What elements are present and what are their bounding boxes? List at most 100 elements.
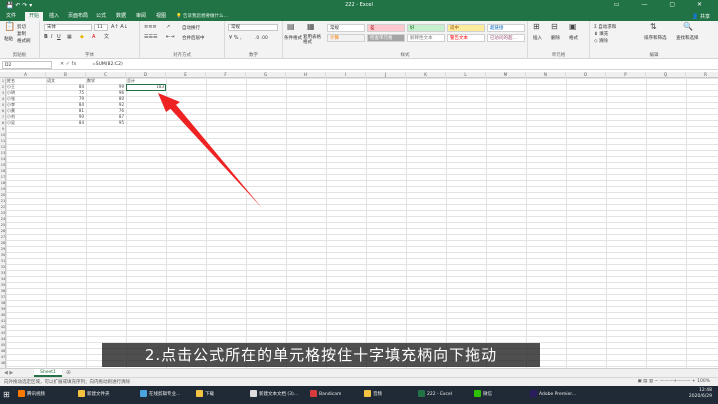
tab-home[interactable]: 开始	[25, 12, 44, 21]
autosum-button[interactable]: Σ 自动求和	[594, 24, 616, 30]
start-icon[interactable]: ⊞	[3, 389, 10, 401]
cell-style-1[interactable]: 差	[367, 24, 405, 32]
currency-icon[interactable]: ¥ % ,	[229, 35, 242, 42]
format-cells-icon[interactable]: ▣	[569, 23, 577, 31]
active-cell-d2[interactable]	[126, 84, 166, 91]
app-icon	[530, 390, 537, 397]
wrap-text-button[interactable]: 自动换行	[182, 25, 200, 31]
sort-filter-button[interactable]: 排序和筛选	[644, 35, 667, 41]
tab-data[interactable]: 数据	[112, 12, 130, 21]
indent-icon[interactable]: ⇤⇥	[166, 34, 174, 41]
add-sheet-icon[interactable]: ⊕	[66, 369, 71, 376]
taskbar-item[interactable]: 音频	[364, 389, 382, 401]
cell-style-9[interactable]: 已访问的超…	[487, 34, 525, 42]
cell-area[interactable]: 姓名 语文 数学 总计 小王 84 99 183 小明 75 96 小张 79 80 小李 84 92 小黄 81 7…	[6, 78, 718, 368]
alignment-label: 对齐方式	[173, 53, 191, 58]
tab-formulas[interactable]: 公式	[92, 12, 110, 21]
status-bar: 向外拖动选定区域，可以扩展或填充序列；向内拖动则进行清除 ▣ ▤ ▥ − ———…	[0, 377, 718, 386]
conditional-format-button[interactable]: 条件格式	[284, 35, 302, 41]
tell-me-search[interactable]: 💡 告诉我您想要做什么…	[176, 13, 228, 19]
cell-style-2[interactable]: 好	[407, 24, 445, 32]
name-box[interactable]: D2	[2, 61, 52, 69]
taskbar-item-label: 腾讯视频	[27, 392, 45, 397]
border-icon[interactable]: ▦	[67, 34, 72, 41]
orientation-icon[interactable]: ↗	[166, 24, 170, 31]
tab-view[interactable]: 视图	[152, 12, 170, 21]
cell-style-0[interactable]: 常规	[327, 24, 365, 32]
decimal-icon[interactable]: .0 .00	[255, 35, 268, 42]
cell-style-6[interactable]: 检查单元格	[367, 34, 405, 42]
underline-button[interactable]: U	[57, 34, 61, 41]
table-cell[interactable]: 84	[47, 120, 84, 126]
number-format-select[interactable]: 常规	[228, 24, 278, 31]
taskbar-item-label: 在线剪辑专业...	[149, 392, 181, 397]
insert-cells-button[interactable]: 插入	[533, 35, 542, 41]
clear-button[interactable]: ◇ 清除	[594, 38, 608, 44]
merge-center-button[interactable]: 合并后居中	[182, 35, 205, 41]
clipboard-label: 剪贴板	[12, 53, 27, 58]
sort-filter-icon[interactable]: ⇅	[650, 23, 657, 31]
bold-button[interactable]: B	[44, 34, 48, 41]
table-cell[interactable]: 95	[87, 120, 124, 126]
taskbar-item[interactable]: 在线剪辑专业...	[140, 389, 180, 401]
find-select-icon[interactable]: 🔍	[683, 23, 693, 31]
cut-button[interactable]: 剪切	[17, 24, 26, 30]
align-top-icon[interactable]: ≡≡≡	[144, 24, 157, 31]
fill-button[interactable]: ⬇ 填充	[594, 31, 608, 37]
editing-label: 编辑	[649, 53, 659, 58]
taskbar-item[interactable]: 腾讯视频	[18, 389, 45, 401]
taskbar-item[interactable]: 新建文本文档 (3)...	[250, 389, 298, 401]
taskbar-item[interactable]: 新建文件夹	[78, 389, 110, 401]
font-size-select[interactable]: 11	[94, 24, 108, 31]
table-cell[interactable]	[127, 120, 164, 126]
cell-style-4[interactable]: 超链接	[487, 24, 525, 32]
app-icon	[310, 390, 317, 397]
zoom-level[interactable]: ▣ ▤ ▥ − ———+——— + 100%	[637, 379, 710, 384]
cells-label: 单元格	[551, 53, 566, 58]
cell-style-5[interactable]: 计算	[327, 34, 365, 42]
cell-style-8[interactable]: 警告文本	[447, 34, 485, 42]
taskbar-item-label: 新建文件夹	[87, 392, 110, 397]
tab-review[interactable]: 审阅	[132, 12, 150, 21]
table-format-button[interactable]: 套用表格格式	[303, 35, 325, 45]
fill-color-icon[interactable]: ◆	[80, 34, 84, 41]
taskbar-item[interactable]: 222 - Excel	[418, 389, 452, 401]
paste-button[interactable]: 粘贴	[4, 36, 13, 42]
font-name-select[interactable]: 宋体	[44, 24, 92, 31]
cell-style-3[interactable]: 适中	[447, 24, 485, 32]
copy-button[interactable]: 复制	[17, 31, 26, 37]
taskbar-item[interactable]: 下载	[196, 389, 214, 401]
taskbar-item[interactable]: Adobe Premier...	[530, 389, 576, 401]
taskbar-item[interactable]: 微信	[474, 389, 492, 401]
insert-cells-icon[interactable]: ⊞	[533, 23, 540, 31]
conditional-format-icon[interactable]: ▤	[287, 23, 295, 31]
delete-cells-icon[interactable]: ⊟	[551, 23, 558, 31]
table-format-icon[interactable]: ▦	[307, 23, 315, 31]
cell-style-7[interactable]: 解释性文本	[407, 34, 445, 42]
app-icon	[140, 390, 147, 397]
tab-insert[interactable]: 插入	[45, 12, 63, 21]
delete-cells-button[interactable]: 删除	[551, 35, 560, 41]
share-button[interactable]: 👤 共享	[692, 13, 710, 20]
format-cells-button[interactable]: 格式	[569, 35, 578, 41]
sheet-nav-arrows[interactable]: ◀ ▶	[4, 370, 13, 376]
taskbar-item[interactable]: Bandicam	[310, 389, 341, 401]
sheet-tab-sheet1[interactable]: Sheet1	[34, 369, 62, 377]
system-clock[interactable]: 12:48 2020/6/29	[689, 388, 712, 400]
italic-button[interactable]: I	[51, 34, 52, 41]
formula-input[interactable]: =SUM(B2:C2)	[92, 62, 123, 67]
find-select-button[interactable]: 查找和选择	[676, 35, 699, 41]
font-color-icon[interactable]: A	[92, 34, 95, 41]
grow-font-icon[interactable]: A↑ A↓	[111, 24, 128, 31]
phonetic-icon[interactable]: 文	[104, 34, 109, 41]
tab-file[interactable]: 文件	[2, 12, 20, 21]
window-controls[interactable]: ▭ — ▢ ✕	[614, 1, 712, 8]
table-cell[interactable]: 小吴	[7, 120, 44, 126]
format-painter-button[interactable]: 格式刷	[17, 38, 31, 44]
align-left-icon[interactable]: ☰☰☰	[144, 34, 157, 41]
app-icon	[78, 390, 85, 397]
paste-icon[interactable]: 📋	[4, 23, 15, 32]
formula-icons[interactable]: ✕ ✓ fx	[60, 61, 76, 67]
user-icon: 👤	[692, 14, 699, 20]
tab-page-layout[interactable]: 页面布局	[64, 12, 92, 21]
